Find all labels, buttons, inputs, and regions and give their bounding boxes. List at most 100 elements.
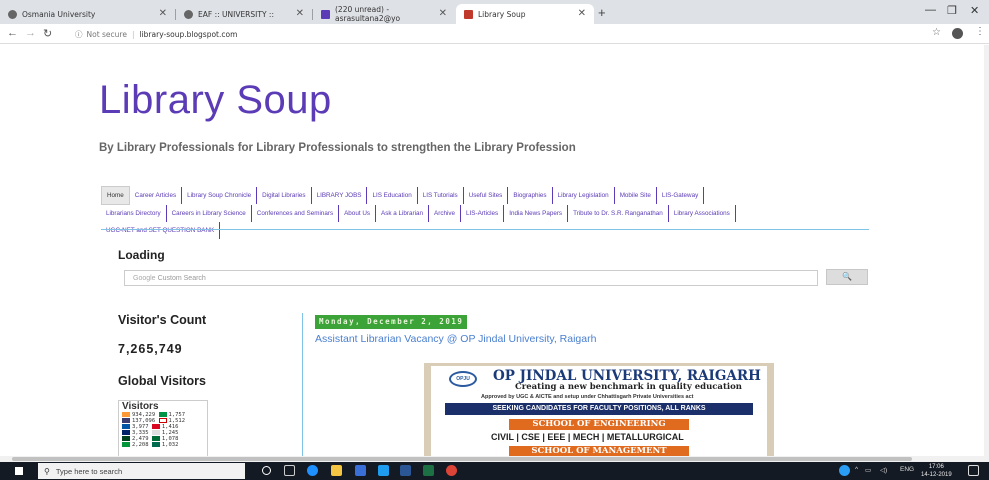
volume-icon[interactable]: ◁) bbox=[880, 466, 887, 474]
nav-item[interactable]: Useful Sites bbox=[464, 187, 509, 204]
store-icon[interactable] bbox=[355, 465, 366, 476]
google-label: Google bbox=[133, 274, 156, 282]
url-text: library-soup.blogspot.com bbox=[139, 29, 238, 39]
poster-branches: CIVIL | CSE | EEE | MECH | METALLURGICAL bbox=[491, 432, 684, 442]
nav-item[interactable]: Mobile Site bbox=[615, 187, 657, 204]
file-explorer-icon[interactable] bbox=[331, 465, 342, 476]
nav-item[interactable]: UGC-NET and SET QUESTION BANK bbox=[101, 222, 221, 239]
flag-icon bbox=[151, 436, 160, 441]
nav-item[interactable]: Conferences and Seminars bbox=[252, 205, 340, 222]
reload-icon[interactable]: ↻ bbox=[43, 27, 52, 40]
nav-item[interactable]: LIS-Gateway bbox=[657, 187, 705, 204]
nav-item[interactable]: Librarians Directory bbox=[101, 205, 167, 222]
flag-icon bbox=[151, 430, 160, 435]
globe-icon bbox=[8, 9, 17, 19]
nav-item[interactable]: Library Associations bbox=[669, 205, 736, 222]
cortana-icon[interactable] bbox=[262, 466, 271, 475]
scrollbar-thumb[interactable] bbox=[12, 457, 912, 461]
nav-item[interactable]: LIS Tutorials bbox=[418, 187, 464, 204]
flag-icon bbox=[122, 412, 130, 417]
minimize-icon[interactable]: — bbox=[925, 4, 936, 16]
mail-icon bbox=[321, 9, 330, 19]
flag-icon bbox=[158, 418, 167, 423]
windows-start-icon[interactable] bbox=[15, 467, 23, 475]
taskbar-search[interactable]: ⚲ Type here to search bbox=[38, 463, 245, 479]
people-icon[interactable] bbox=[839, 465, 850, 476]
network-icon[interactable]: ▭ bbox=[865, 466, 871, 474]
nav-item[interactable]: Careers in Library Science bbox=[167, 205, 252, 222]
tab-osmania[interactable]: Osmania University ✕ bbox=[0, 4, 175, 24]
url-divider: | bbox=[131, 29, 135, 39]
flag-icon bbox=[122, 430, 130, 435]
tab-label: Library Soup bbox=[478, 9, 526, 19]
nav-item[interactable]: LIS Education bbox=[367, 187, 418, 204]
library-soup-favicon bbox=[464, 9, 473, 19]
edge-icon[interactable] bbox=[307, 465, 318, 476]
forward-icon[interactable]: → bbox=[25, 27, 36, 39]
profile-avatar[interactable] bbox=[952, 28, 963, 39]
flag-icon bbox=[158, 412, 167, 417]
restore-icon[interactable]: ❐ bbox=[947, 4, 957, 17]
site-description: By Library Professionals for Library Pro… bbox=[99, 142, 576, 154]
back-icon[interactable]: ← bbox=[7, 27, 18, 39]
close-icon[interactable]: ✕ bbox=[296, 8, 304, 19]
nav-item[interactable]: Tribute to Dr. S.R. Ranganathan bbox=[568, 205, 669, 222]
new-tab-button[interactable]: + bbox=[598, 5, 606, 20]
search-icon: ⚲ bbox=[44, 466, 50, 476]
nav-item[interactable]: Archive bbox=[429, 205, 462, 222]
nav-item[interactable]: LIS-Articles bbox=[461, 205, 505, 222]
vertical-scrollbar[interactable] bbox=[984, 45, 989, 457]
nav-item[interactable]: Biographies bbox=[508, 187, 553, 204]
nav-item[interactable]: Career Articles bbox=[130, 187, 183, 204]
main-nav: Home Career Articles Library Soup Chronicl… bbox=[101, 186, 869, 239]
global-visitors-heading: Global Visitors bbox=[118, 374, 206, 388]
nav-item-home[interactable]: Home bbox=[101, 186, 130, 205]
nav-item[interactable]: About Us bbox=[339, 205, 377, 222]
tray-chevron-icon[interactable]: ^ bbox=[855, 466, 858, 473]
nav-item[interactable]: Library Legislation bbox=[553, 187, 615, 204]
notification-icon[interactable] bbox=[968, 465, 979, 476]
custom-search-input[interactable]: Google Custom Search bbox=[124, 270, 818, 286]
nav-item[interactable]: Library Soup Chronicle bbox=[182, 187, 258, 204]
flag-counter-widget[interactable]: Visitors 934,229 1,757 137,096 1,512 3,9… bbox=[118, 400, 208, 457]
poster-tagline: Creating a new benchmark in quality educ… bbox=[515, 382, 742, 392]
clock-time: 17:06 bbox=[928, 464, 944, 470]
language-indicator[interactable]: ENG bbox=[900, 466, 914, 473]
tab-mail[interactable]: (220 unread) - asrasultana2@yo ✕ bbox=[313, 4, 455, 24]
poster-approval: Approved by UGC & AICTE and setup under … bbox=[481, 394, 694, 400]
close-icon[interactable]: ✕ bbox=[439, 8, 447, 19]
column-divider bbox=[302, 313, 303, 457]
chrome-icon[interactable] bbox=[446, 465, 457, 476]
close-window-icon[interactable]: ✕ bbox=[970, 4, 979, 17]
word-icon[interactable] bbox=[400, 465, 411, 476]
tab-eaf[interactable]: EAF :: UNIVERSITY :: ✕ bbox=[176, 4, 312, 24]
loading-heading: Loading bbox=[118, 248, 165, 262]
tab-label: Osmania University bbox=[22, 9, 96, 19]
job-poster-image[interactable]: OPJU OP JINDAL UNIVERSITY, RAIGARH Creat… bbox=[424, 363, 774, 457]
web-page: Library Soup By Library Professionals fo… bbox=[0, 45, 989, 457]
bookmark-star-icon[interactable]: ☆ bbox=[932, 27, 941, 38]
app-icon[interactable] bbox=[378, 465, 389, 476]
taskbar-clock[interactable]: 17:06 14-12-2019 bbox=[921, 463, 952, 479]
info-icon[interactable]: ⓘ bbox=[75, 29, 83, 40]
close-icon[interactable]: ✕ bbox=[159, 8, 167, 19]
taskbar-search-placeholder: Type here to search bbox=[55, 466, 123, 476]
post-date: Monday, December 2, 2019 bbox=[315, 315, 468, 329]
post-title-link[interactable]: Assistant Librarian Vacancy @ OP Jindal … bbox=[315, 333, 596, 345]
tab-library-soup[interactable]: Library Soup ✕ bbox=[456, 4, 594, 24]
nav-item[interactable]: LIBRARY JOBS bbox=[312, 187, 368, 204]
nav-item[interactable]: India News Papers bbox=[504, 205, 569, 222]
flag-icon bbox=[151, 424, 160, 429]
menu-icon[interactable]: ⋮ bbox=[975, 26, 985, 37]
task-view-icon[interactable] bbox=[284, 465, 295, 476]
url-field[interactable]: ⓘ Not secure | library-soup.blogspot.com bbox=[75, 26, 915, 42]
tab-label: EAF :: UNIVERSITY :: bbox=[198, 9, 274, 19]
nav-item[interactable]: Digital Libraries bbox=[257, 187, 312, 204]
site-title[interactable]: Library Soup bbox=[99, 78, 332, 123]
flag-icon bbox=[122, 418, 130, 423]
search-button[interactable]: 🔍 bbox=[826, 269, 868, 285]
nav-item[interactable]: Ask a Librarian bbox=[376, 205, 430, 222]
close-icon[interactable]: ✕ bbox=[578, 8, 586, 19]
excel-icon[interactable] bbox=[423, 465, 434, 476]
globe-icon bbox=[184, 9, 193, 19]
